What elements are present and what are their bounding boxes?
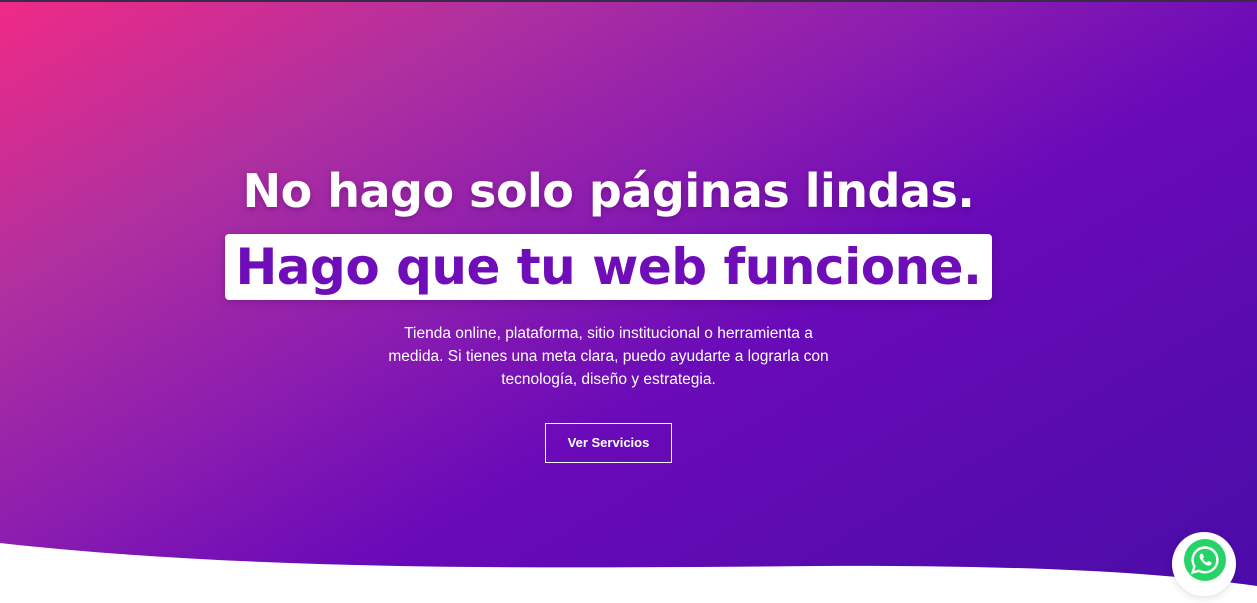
hero-headline: No hago solo páginas lindas. xyxy=(242,164,975,218)
ver-servicios-button[interactable]: Ver Servicios xyxy=(545,423,672,463)
highlight-wrapper: Hago que tu web funcione. xyxy=(0,234,1217,300)
hero-section: No hago solo páginas lindas. Hago que tu… xyxy=(0,0,1257,603)
hero-content: No hago solo páginas lindas. Hago que tu… xyxy=(0,160,1217,463)
hero-highlight: Hago que tu web funcione. xyxy=(225,234,992,300)
hero-description: Tienda online, plataforma, sitio institu… xyxy=(388,325,829,388)
whatsapp-icon[interactable] xyxy=(1183,538,1227,582)
